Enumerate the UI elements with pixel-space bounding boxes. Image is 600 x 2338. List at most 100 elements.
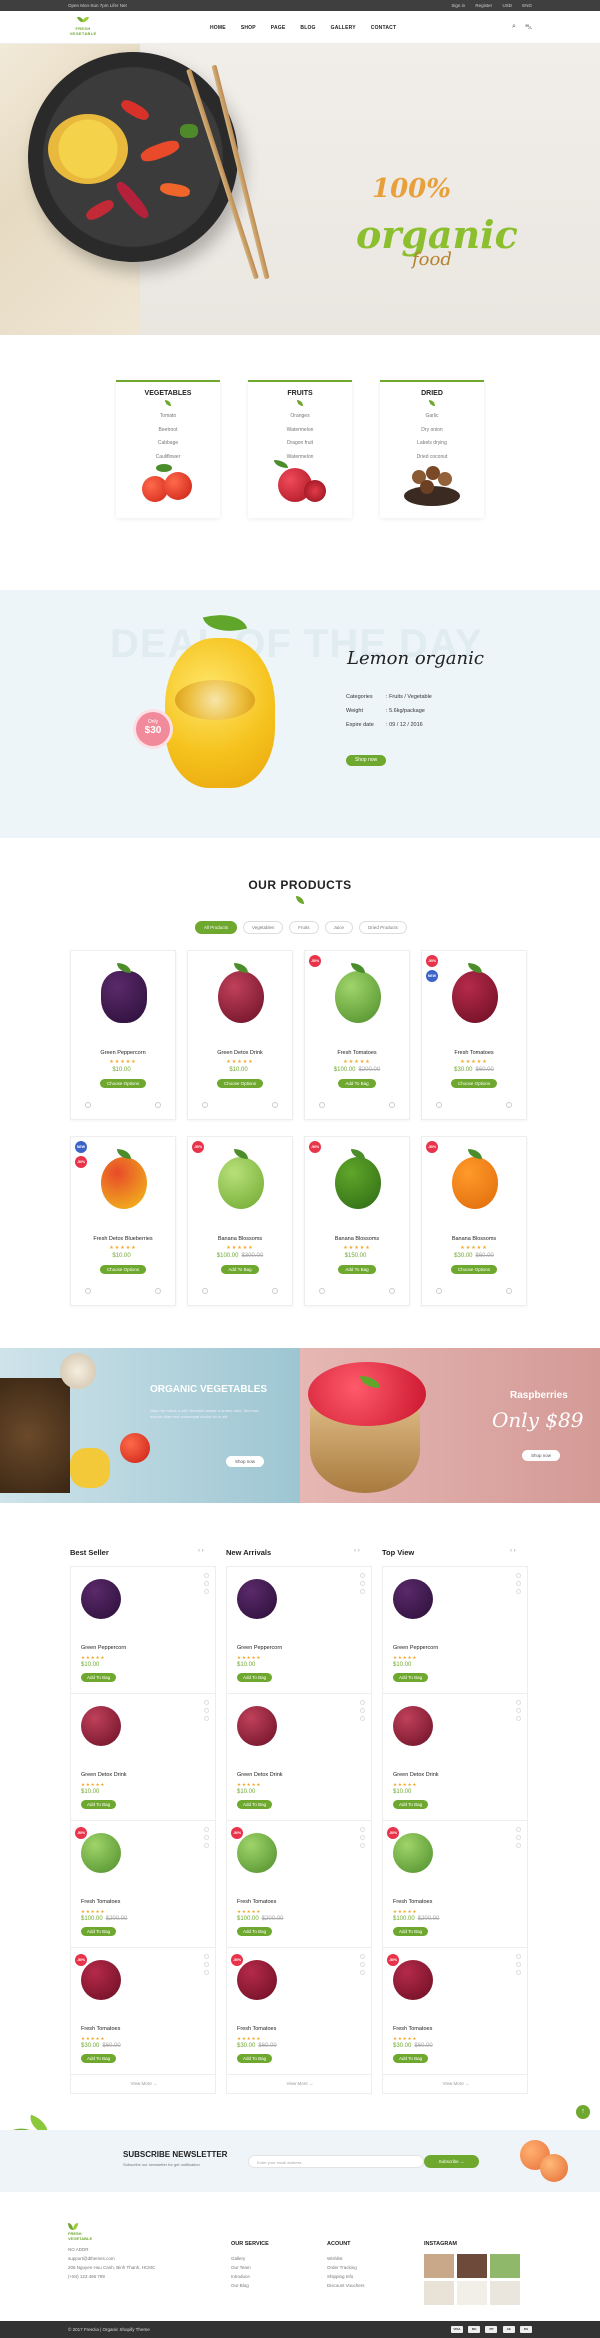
list-item[interactable]: Green Peppercorn ★★★★★ $10.00 Add To Bag [383, 1567, 527, 1694]
product-name[interactable]: Green Detox Drink [188, 1050, 292, 1056]
shop-now-button[interactable]: Shop now [522, 1450, 560, 1461]
add-button[interactable]: Add To Bag [221, 1265, 259, 1274]
filter-vegetables[interactable]: Vegetables [243, 921, 284, 934]
view-more-link[interactable]: View More → [383, 2081, 529, 2086]
back-to-top-button[interactable]: ↑ [576, 2105, 590, 2119]
nav-home[interactable]: HOME [210, 25, 226, 31]
list-item[interactable]: Green Peppercorn ★★★★★ $10.00 Add To Bag [227, 1567, 371, 1694]
product-card[interactable]: Green Detox Drink ★★★★★ $10.00 Choose Optio… [187, 950, 293, 1120]
category-fruits[interactable]: FRUITS Oranges Watermelon Dragon fruit W… [248, 380, 352, 518]
product-name[interactable]: Fresh Tomatoes [305, 1050, 409, 1056]
heart-icon[interactable] [204, 1581, 209, 1586]
add-to-bag-button[interactable]: Add To Bag [237, 1673, 273, 1682]
filter-juice[interactable]: Juice [324, 921, 354, 934]
view-more-link[interactable]: View More → [227, 2081, 373, 2086]
category-item[interactable]: Labels drying [380, 437, 484, 451]
product-name[interactable]: Green Peppercorn [81, 1645, 126, 1651]
view-icon[interactable] [516, 1700, 521, 1705]
add-button[interactable]: Choose Options [450, 1079, 498, 1088]
filter-fruits[interactable]: Fruits [289, 921, 319, 934]
view-icon[interactable] [204, 1700, 209, 1705]
search-icon[interactable]: ⌕ [512, 23, 516, 32]
nav-contact[interactable]: CONTACT [371, 25, 396, 31]
cart-icon[interactable]: ⛍ [525, 23, 532, 32]
instagram-photo[interactable] [424, 2254, 454, 2278]
footer-link[interactable]: Our Team [231, 2263, 269, 2272]
category-item[interactable]: Oranges [248, 410, 352, 424]
footer-link[interactable]: Order Tracking [327, 2263, 365, 2272]
wishlist-icon[interactable] [272, 1102, 278, 1108]
list-item[interactable]: Fresh Tomatoes ★★★★★ $100.00 $200.00 Add To … [383, 1821, 527, 1948]
category-vegetables[interactable]: VEGETABLES Tomato Beetroot Cabbage Cauli… [116, 380, 220, 518]
list-item[interactable]: Fresh Tomatoes ★★★★★ $30.00 $60.00 Add To Ba… [71, 1948, 215, 2075]
shop-now-button[interactable]: Shop now [226, 1456, 264, 1467]
currency-select[interactable]: USD [502, 3, 512, 8]
compare-icon[interactable] [360, 1970, 365, 1975]
filter-all[interactable]: All Products [195, 921, 238, 934]
heart-icon[interactable] [516, 1962, 521, 1967]
heart-icon[interactable] [360, 1962, 365, 1967]
product-name[interactable]: Fresh Tomatoes [393, 1899, 432, 1905]
compare-icon[interactable] [516, 1716, 521, 1721]
product-name[interactable]: Green Peppercorn [71, 1050, 175, 1056]
add-to-bag-button[interactable]: Add To Bag [81, 2054, 117, 2063]
logo[interactable]: FRESH VEGETABLE [68, 15, 98, 38]
product-name[interactable]: Banana Blossoms [422, 1236, 526, 1242]
list-arrows-icon[interactable]: ‹ › [198, 1548, 204, 1554]
compare-icon[interactable] [360, 1716, 365, 1721]
add-to-bag-button[interactable]: Add To Bag [81, 1673, 117, 1682]
nav-blog[interactable]: BLOG [300, 25, 315, 31]
product-image[interactable] [237, 1706, 277, 1746]
product-image[interactable] [422, 1149, 526, 1224]
footer-link[interactable]: Our Blog [231, 2281, 269, 2290]
instagram-photo[interactable] [457, 2254, 487, 2278]
product-card[interactable]: Fresh Tomatoes ★★★★★ $100.00 $200.00 Add To … [304, 950, 410, 1120]
heart-icon[interactable] [360, 1835, 365, 1840]
category-item[interactable]: Watermelon [248, 424, 352, 438]
product-image[interactable] [237, 1833, 277, 1873]
product-name[interactable]: Green Peppercorn [393, 1645, 438, 1651]
view-icon[interactable] [516, 1954, 521, 1959]
heart-icon[interactable] [360, 1581, 365, 1586]
view-icon[interactable] [204, 1827, 209, 1832]
product-image[interactable] [81, 1960, 121, 2000]
product-card[interactable]: Fresh Tomatoes ★★★★★ $30.00 $60.00 Choose Op… [421, 950, 527, 1120]
nav-shop[interactable]: SHOP [241, 25, 256, 31]
compare-icon[interactable] [202, 1288, 208, 1294]
add-to-bag-button[interactable]: Add To Bag [237, 1927, 273, 1936]
compare-icon[interactable] [204, 1589, 209, 1594]
product-name[interactable]: Banana Blossoms [305, 1236, 409, 1242]
register-link[interactable]: Register [475, 3, 492, 8]
product-image[interactable] [81, 1706, 121, 1746]
list-item[interactable]: Green Peppercorn ★★★★★ $10.00 Add To Bag [71, 1567, 215, 1694]
add-to-bag-button[interactable]: Add To Bag [237, 1800, 273, 1809]
product-name[interactable]: Fresh Tomatoes [237, 2026, 276, 2032]
heart-icon[interactable] [204, 1962, 209, 1967]
compare-icon[interactable] [436, 1288, 442, 1294]
product-image[interactable] [393, 1833, 433, 1873]
compare-icon[interactable] [202, 1102, 208, 1108]
product-image[interactable] [237, 1579, 277, 1619]
instagram-photo[interactable] [424, 2281, 454, 2305]
product-image[interactable] [71, 963, 175, 1038]
view-icon[interactable] [204, 1573, 209, 1578]
heart-icon[interactable] [204, 1835, 209, 1840]
wishlist-icon[interactable] [272, 1288, 278, 1294]
wishlist-icon[interactable] [389, 1102, 395, 1108]
add-button[interactable]: Choose Options [99, 1079, 147, 1088]
add-to-bag-button[interactable]: Add To Bag [393, 1673, 429, 1682]
compare-icon[interactable] [360, 1843, 365, 1848]
add-to-bag-button[interactable]: Add To Bag [393, 1800, 429, 1809]
list-item[interactable]: Green Detox Drink ★★★★★ $10.00 Add To Bag [71, 1694, 215, 1821]
raspberries-banner[interactable]: Raspberries Only $89 Shop now [300, 1348, 600, 1503]
list-item[interactable]: Green Detox Drink ★★★★★ $10.00 Add To Bag [227, 1694, 371, 1821]
footer-link[interactable]: Wishlist [327, 2254, 365, 2263]
product-card[interactable]: Fresh Detox Blueberries ★★★★★ $10.00 Choose… [70, 1136, 176, 1306]
product-name[interactable]: Fresh Tomatoes [81, 2026, 120, 2032]
contact-email[interactable]: support@dthemes.com [68, 2254, 155, 2263]
list-item[interactable]: Fresh Tomatoes ★★★★★ $30.00 $60.00 Add To Ba… [227, 1948, 371, 2075]
product-image[interactable] [393, 1579, 433, 1619]
view-icon[interactable] [360, 1827, 365, 1832]
add-to-bag-button[interactable]: Add To Bag [393, 1927, 429, 1936]
compare-icon[interactable] [319, 1288, 325, 1294]
